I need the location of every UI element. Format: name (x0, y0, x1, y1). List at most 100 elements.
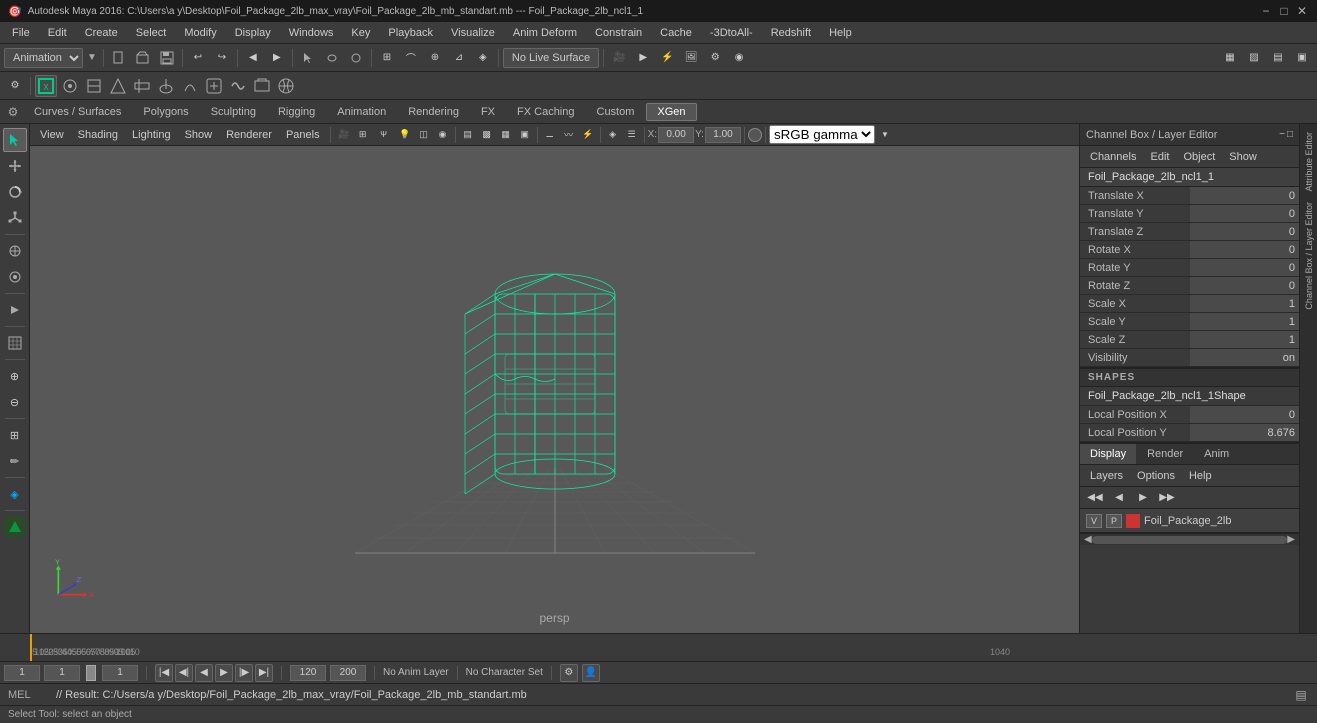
zoom-in-btn[interactable]: ⊕ (3, 364, 27, 388)
range-total-input[interactable] (330, 665, 366, 681)
viewport-menu-shading[interactable]: Shading (72, 127, 124, 143)
paint-select-btn[interactable] (345, 47, 367, 69)
ch-translate-x[interactable]: Translate X 0 (1080, 187, 1299, 205)
select-tool-btn[interactable] (297, 47, 319, 69)
scale-tool[interactable] (3, 206, 27, 230)
tab-rendering[interactable]: Rendering (398, 104, 469, 120)
ch-val-rz[interactable]: 0 (1190, 277, 1299, 294)
shelf-btn-5[interactable] (131, 75, 153, 97)
menu-3dtoall[interactable]: -3DtoAll- (702, 25, 761, 41)
menu-modify[interactable]: Modify (176, 25, 224, 41)
universal-manip[interactable] (3, 239, 27, 263)
ch-val-ry[interactable]: 0 (1190, 259, 1299, 276)
vp-poly-count[interactable]: Ψ (373, 126, 395, 144)
layer-visibility-btn[interactable]: V (1086, 514, 1102, 528)
zoom-out-btn[interactable]: ⊖ (3, 390, 27, 414)
render-settings-btn[interactable]: ⚙ (704, 47, 726, 69)
xgen-preview-btn[interactable] (3, 515, 27, 539)
viewport-menu-panels[interactable]: Panels (280, 127, 326, 143)
cam-x-input[interactable] (658, 127, 694, 143)
ch-val-lpy[interactable]: 8.676 (1190, 424, 1299, 441)
snap-view-btn[interactable]: ◈ (472, 47, 494, 69)
last-tool-btn[interactable] (3, 298, 27, 322)
select-tool[interactable] (3, 128, 27, 152)
ch-val-sz[interactable]: 1 (1190, 331, 1299, 348)
paint-effects[interactable]: ✏ (3, 449, 27, 473)
ch-val-sy[interactable]: 1 (1190, 313, 1299, 330)
undo-btn[interactable]: ↩ (187, 47, 209, 69)
vp-smooth-btn[interactable]: ▩ (478, 126, 496, 144)
close-button[interactable]: ✕ (1295, 4, 1309, 18)
tab-animation[interactable]: Animation (327, 104, 396, 120)
lasso-tool-btn[interactable] (321, 47, 343, 69)
snap-grid-btn[interactable]: ⊞ (376, 47, 398, 69)
ch-val-rx[interactable]: 0 (1190, 241, 1299, 258)
go-end-btn[interactable]: ▶| (255, 664, 273, 682)
maximize-button[interactable]: □ (1277, 4, 1291, 18)
panel-tab-display[interactable]: Display (1080, 444, 1137, 464)
ch-val-tz[interactable]: 0 (1190, 223, 1299, 240)
ch-val-ty[interactable]: 0 (1190, 205, 1299, 222)
ch-val-sx[interactable]: 1 (1190, 295, 1299, 312)
vp-solid-btn[interactable]: ▦ (497, 126, 515, 144)
vp-grid-btn[interactable]: ⊞ (354, 126, 372, 144)
menu-create[interactable]: Create (77, 25, 126, 41)
viewport-menu-lighting[interactable]: Lighting (126, 127, 177, 143)
char-settings-btn[interactable]: 👤 (582, 664, 600, 682)
menu-anim-deform[interactable]: Anim Deform (505, 25, 585, 41)
viewport-menu-show[interactable]: Show (179, 127, 219, 143)
crease-tool[interactable]: ◈ (3, 482, 27, 506)
display-type-1[interactable]: ▦ (1219, 47, 1241, 69)
menu-file[interactable]: File (4, 25, 38, 41)
display-type-4[interactable]: ▣ (1291, 47, 1313, 69)
play-back-btn[interactable]: ◀ (195, 664, 213, 682)
ch-rotate-z[interactable]: Rotate Z 0 (1080, 277, 1299, 295)
layer-nav-next-next[interactable]: ▶▶ (1156, 487, 1178, 509)
viewport-menu-view[interactable]: View (34, 127, 70, 143)
marquee-select[interactable]: ⊞ (3, 423, 27, 447)
vp-circle-btn[interactable]: ● (748, 128, 762, 142)
shelf-btn-9[interactable] (227, 75, 249, 97)
tab-curves-surfaces[interactable]: Curves / Surfaces (24, 104, 131, 120)
timeline-area[interactable]: 5 10 15 20 25 30 35 40 45 50 55 60 65 70… (0, 633, 1317, 661)
viewport-menu-renderer[interactable]: Renderer (220, 127, 278, 143)
viewport-content[interactable]: X Y Z persp (30, 146, 1079, 633)
tab-fx[interactable]: FX (471, 104, 505, 120)
no-live-surface-btn[interactable]: No Live Surface (503, 48, 599, 68)
layer-nav-prev[interactable]: ◀ (1108, 487, 1130, 509)
ch-val-vis[interactable]: on (1190, 349, 1299, 366)
shelf-btn-6[interactable] (155, 75, 177, 97)
vp-shadows-btn[interactable]: ◫ (415, 126, 433, 144)
rp-minimize-icon[interactable]: − (1279, 129, 1285, 140)
ch-scale-z[interactable]: Scale Z 1 (1080, 331, 1299, 349)
rotate-tool[interactable] (3, 180, 27, 204)
ptm-layers[interactable]: Layers (1084, 468, 1129, 484)
vp-xray-btn[interactable]: ◉ (434, 126, 452, 144)
new-scene-btn[interactable] (108, 47, 130, 69)
layer-nav-next[interactable]: ▶ (1132, 487, 1154, 509)
animation-dropdown[interactable]: Animation (4, 48, 83, 68)
vp-cam-btn[interactable]: 🎥 (335, 126, 353, 144)
current-frame-left[interactable] (4, 665, 40, 681)
layer-nav-prev-prev[interactable]: ◀◀ (1084, 487, 1106, 509)
ptm-options[interactable]: Options (1131, 468, 1181, 484)
ch-rotate-y[interactable]: Rotate Y 0 (1080, 259, 1299, 277)
move-tool[interactable] (3, 154, 27, 178)
shelf-btn-8[interactable] (203, 75, 225, 97)
status-help-icon[interactable]: ▤ (1293, 687, 1309, 703)
menu-playback[interactable]: Playback (380, 25, 441, 41)
open-scene-btn[interactable] (132, 47, 154, 69)
vp-wire-btn[interactable]: ▤ (459, 126, 477, 144)
tab-polygons[interactable]: Polygons (133, 104, 198, 120)
next-key-btn[interactable]: ▶ (266, 47, 288, 69)
ch-val-tx[interactable]: 0 (1190, 187, 1299, 204)
menu-edit[interactable]: Edit (40, 25, 75, 41)
tab-xgen[interactable]: XGen (646, 103, 696, 121)
save-scene-btn[interactable] (156, 47, 178, 69)
scroll-right-arrow[interactable]: ▶ (1287, 534, 1295, 545)
vp-hud-btn[interactable]: ☰ (623, 126, 641, 144)
redo-btn[interactable]: ↪ (211, 47, 233, 69)
show-grid-btn[interactable] (3, 331, 27, 355)
anim-settings-btn[interactable]: ⚙ (560, 664, 578, 682)
hypershade-btn[interactable]: ◉ (728, 47, 750, 69)
